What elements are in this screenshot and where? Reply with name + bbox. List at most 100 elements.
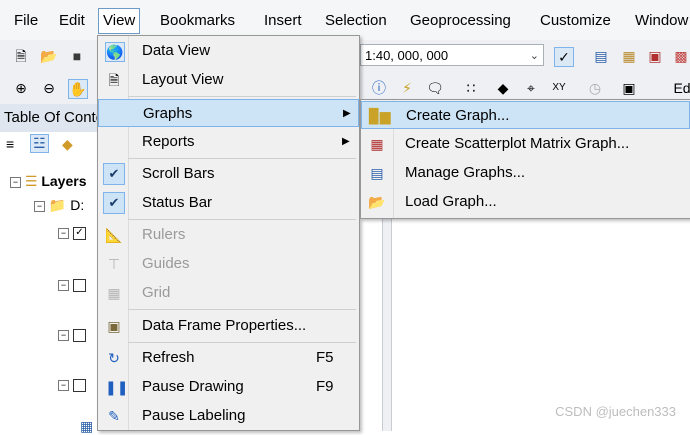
layer-row[interactable]: − (58, 376, 86, 392)
menu-view[interactable]: View (98, 8, 141, 34)
time-slider-icon[interactable]: ◷ (586, 79, 604, 97)
menu-selection[interactable]: Selection (321, 10, 391, 32)
list-by-source-icon[interactable]: ☳ (30, 134, 49, 153)
layers-node[interactable]: − ☰ Layers (10, 173, 87, 190)
menu-item-label: Rulers (142, 226, 186, 243)
menu-item-data-view[interactable]: 🌎 Data View (98, 37, 359, 65)
layer-row[interactable]: − (58, 326, 86, 342)
menu-item-create-scatterplot-matrix[interactable]: ▦ Create Scatterplot Matrix Graph... (361, 130, 690, 158)
grid-icon: ▦ (107, 285, 121, 301)
menu-item-label: Graphs (143, 105, 193, 122)
menu-item-manage-graphs[interactable]: ▤ Manage Graphs... (361, 159, 690, 187)
menu-geoprocessing[interactable]: Geoprocessing (406, 10, 515, 32)
zoom-out-icon[interactable]: ⊖ (40, 79, 58, 97)
checkmark-icon: ✔ (103, 163, 125, 185)
list-by-drawing-order-icon[interactable]: ≡ (6, 136, 14, 152)
menu-item-scroll-bars[interactable]: ✔ Scroll Bars (98, 160, 359, 188)
menu-separator (128, 219, 356, 220)
catalog-icon[interactable]: ▦ (620, 47, 638, 65)
folder-icon: 📁 (48, 197, 67, 213)
menu-customize[interactable]: Customize (536, 10, 615, 32)
find-route-icon[interactable]: ⌖ (522, 79, 540, 97)
menu-item-grid: ▦ Grid (98, 279, 359, 307)
collapse-icon[interactable]: − (58, 329, 69, 341)
pause-labeling-icon: ✎ (108, 408, 120, 424)
scatterplot-matrix-icon: ▦ (370, 136, 384, 152)
view-menu-dropdown: 🌎 Data View 🗎 Layout View Graphs ▶ Repor… (97, 35, 360, 431)
menu-item-load-graph[interactable]: 📂 Load Graph... (361, 188, 690, 216)
menu-bar: File Edit View Bookmarks Insert Selectio… (0, 0, 690, 40)
menu-item-label: Status Bar (142, 194, 213, 211)
zoom-in-icon[interactable]: ⊕ (12, 79, 30, 97)
menu-item-pause-labeling[interactable]: ✎ Pause Labeling (98, 402, 359, 430)
open-folder-icon[interactable]: 📂 (40, 47, 58, 65)
folder-node[interactable]: − 📁 D: (34, 197, 84, 214)
graphs-submenu: ▉▆ Create Graph... ▦ Create Scatterplot … (360, 99, 690, 219)
menu-item-refresh[interactable]: ↻ Refresh F5 (98, 344, 359, 372)
menu-item-label: Create Scatterplot Matrix Graph... (405, 135, 630, 152)
collapse-icon[interactable]: − (58, 227, 69, 239)
layer-visibility-checkbox[interactable] (72, 328, 86, 342)
go-to-xy-icon[interactable]: XY (550, 79, 568, 97)
menu-item-pause-drawing[interactable]: ❚❚ Pause Drawing F9 (98, 373, 359, 401)
layer-visibility-checkbox[interactable]: ✓ (72, 226, 86, 240)
watermark: CSDN @juechen333 (555, 404, 676, 419)
menu-edit[interactable]: Edit (55, 10, 89, 32)
menu-item-create-graph[interactable]: ▉▆ Create Graph... (361, 101, 690, 129)
editor-menu-label[interactable]: Ed (672, 79, 690, 97)
find-binoculars-icon[interactable]: ◆ (494, 79, 512, 97)
layer-visibility-checkbox[interactable] (72, 378, 86, 392)
menu-window[interactable]: Window (631, 10, 690, 32)
layers-label: Layers (41, 173, 87, 189)
menu-file[interactable]: File (10, 10, 42, 32)
menu-item-label: Grid (142, 284, 171, 301)
menu-item-layout-view[interactable]: 🗎 Layout View (98, 66, 359, 94)
menu-item-reports[interactable]: Reports ▶ (98, 128, 359, 156)
menu-item-label: Data Frame Properties... (142, 317, 307, 334)
list-by-visibility-icon[interactable]: ◆ (62, 136, 73, 153)
hyperlink-icon[interactable]: ⚡ (398, 79, 416, 97)
html-popup-icon[interactable]: 🗨 (426, 79, 444, 97)
collapse-icon[interactable]: − (10, 176, 21, 188)
menu-item-shortcut: F5 (316, 349, 334, 366)
folder-label: D: (70, 197, 85, 213)
menu-item-label: Pause Drawing (142, 378, 244, 395)
arctoolbox-icon[interactable]: ▩ (672, 47, 690, 65)
menu-separator (128, 158, 356, 159)
save-icon[interactable]: ■ (68, 47, 86, 65)
collapse-icon[interactable]: − (58, 379, 69, 391)
magnifier-window-icon[interactable]: ▣ (620, 79, 638, 97)
new-document-icon[interactable]: 🗎 (12, 47, 30, 65)
layer-row[interactable]: − ✓ (58, 224, 86, 240)
pan-hand-icon[interactable]: ✋ (68, 79, 88, 99)
menu-insert[interactable]: Insert (260, 10, 306, 32)
menu-bookmarks[interactable]: Bookmarks (156, 10, 239, 32)
folder-open-icon: 📂 (368, 194, 386, 210)
menu-separator (128, 342, 356, 343)
layout-view-icon: 🗎 (108, 72, 120, 88)
menu-item-label: Guides (142, 255, 190, 272)
manage-graphs-icon: ▤ (370, 165, 384, 181)
menu-separator (128, 309, 356, 310)
layer-visibility-checkbox[interactable] (72, 278, 86, 292)
search-window-icon[interactable]: ▣ (646, 47, 664, 65)
refresh-icon: ↻ (108, 350, 120, 366)
menu-item-status-bar[interactable]: ✔ Status Bar (98, 189, 359, 217)
chevron-down-icon: ⌄ (529, 50, 539, 62)
data-view-icon: 🌎 (105, 42, 125, 62)
table-of-contents-panel: Table Of Contents ≡ ☳ ◆ − ☰ Layers − 📁 D… (0, 104, 104, 434)
menu-item-rulers: 📐 Rulers (98, 221, 359, 249)
menu-item-graphs[interactable]: Graphs ▶ (98, 99, 359, 127)
map-scale-combobox[interactable]: 1:40, 000, 000 ⌄ (360, 44, 544, 66)
menu-item-label: Scroll Bars (142, 165, 215, 182)
identify-icon[interactable]: ⓘ (370, 79, 388, 97)
table-of-contents-icon[interactable]: ▤ (592, 47, 610, 65)
collapse-icon[interactable]: − (34, 200, 45, 212)
menu-item-guides: ⊤ Guides (98, 250, 359, 278)
editor-toolbar-icon[interactable]: ✓ (554, 47, 574, 67)
menu-item-data-frame-properties[interactable]: ▣ Data Frame Properties... (98, 312, 359, 340)
menu-item-shortcut: F9 (316, 378, 334, 395)
layer-row[interactable]: − (58, 276, 86, 292)
measure-icon[interactable]: ∷ (462, 79, 480, 97)
collapse-icon[interactable]: − (58, 279, 69, 291)
